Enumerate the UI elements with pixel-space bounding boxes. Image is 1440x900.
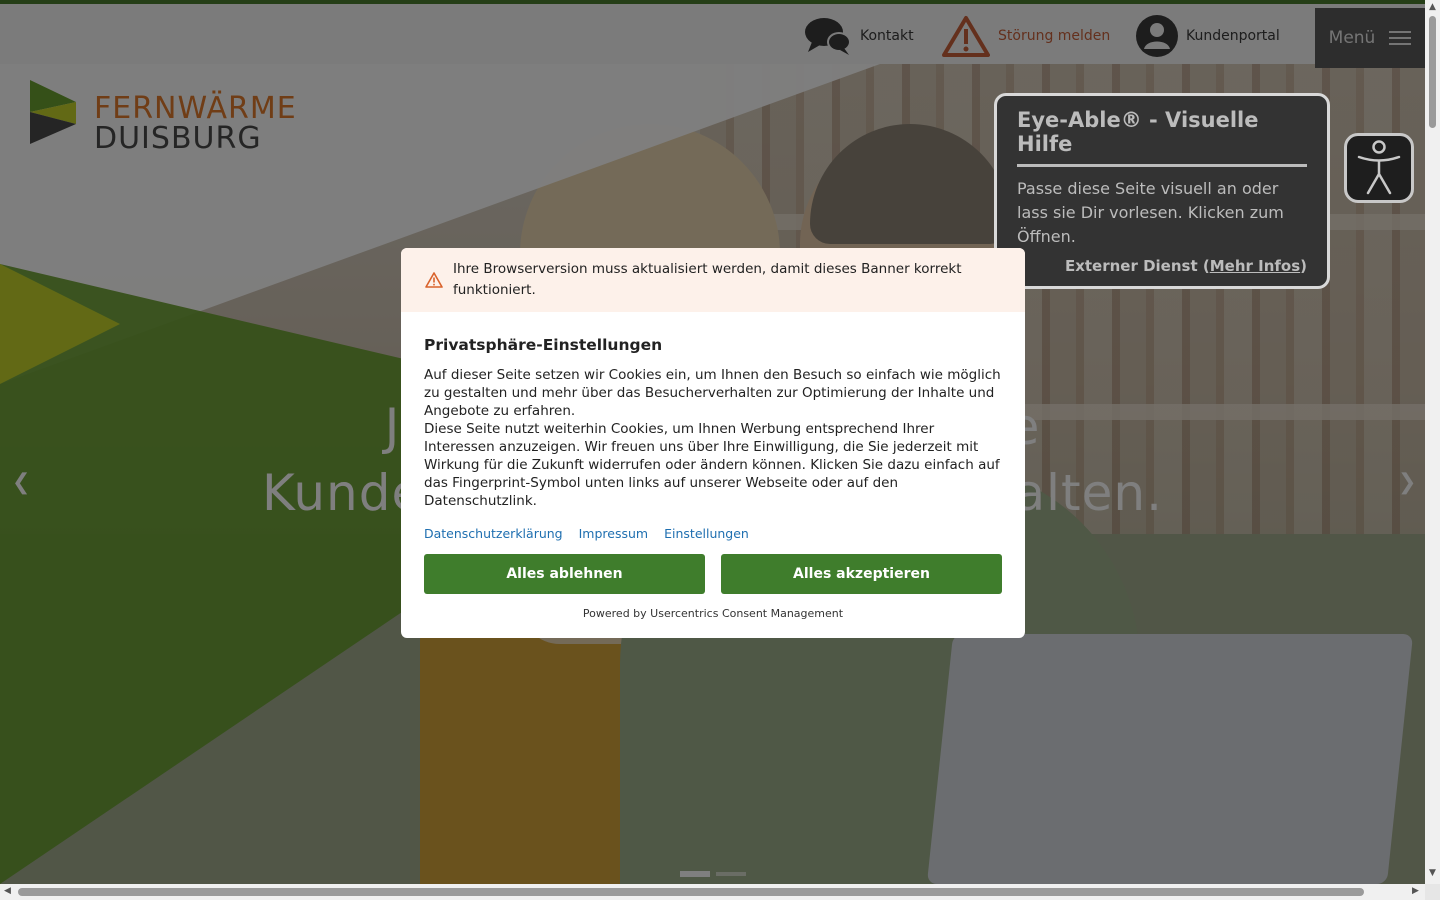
powered-by-text: Powered by Usercentrics Consent Manageme… bbox=[582, 607, 844, 620]
accept-all-button[interactable]: Alles akzeptieren bbox=[721, 554, 1002, 594]
consent-paragraph: Auf dieser Seite setzen wir Cookies ein,… bbox=[424, 367, 1001, 419]
scrollbar-corner bbox=[1425, 884, 1440, 900]
reject-all-button[interactable]: Alles ablehnen bbox=[424, 554, 705, 594]
eye-able-description: Passe diese Seite visuell an oder lass s… bbox=[1017, 179, 1284, 246]
vertical-scrollbar[interactable]: ▲ ▼ bbox=[1425, 0, 1440, 884]
eye-able-button[interactable] bbox=[1344, 133, 1414, 203]
settings-link[interactable]: Einstellungen bbox=[664, 526, 749, 541]
eye-able-external: Externer Dienst (Mehr Infos) bbox=[1017, 257, 1307, 275]
consent-links: Datenschutzerklärung Impressum Einstellu… bbox=[424, 526, 1002, 541]
warning-icon bbox=[425, 272, 443, 288]
scroll-down-icon[interactable]: ▼ bbox=[1429, 868, 1436, 878]
eye-able-title: Eye-Able® - Visuelle Hilfe bbox=[1017, 108, 1307, 167]
consent-modal: Ihre Browserversion muss aktualisiert we… bbox=[401, 248, 1025, 638]
horizontal-scrollbar[interactable]: ◀ ▶ bbox=[0, 884, 1425, 900]
scroll-right-icon[interactable]: ▶ bbox=[1412, 886, 1419, 896]
accessibility-person-icon bbox=[1357, 140, 1401, 195]
scroll-left-icon[interactable]: ◀ bbox=[4, 886, 11, 896]
consent-paragraph: Diese Seite nutzt weiterhin Cookies, um … bbox=[424, 421, 1000, 509]
privacy-policy-link[interactable]: Datenschutzerklärung bbox=[424, 526, 563, 541]
browser-warning: Ihre Browserversion muss aktualisiert we… bbox=[401, 248, 1025, 312]
eye-able-external-prefix: Externer Dienst ( bbox=[1064, 257, 1210, 275]
browser-warning-text: Ihre Browserversion muss aktualisiert we… bbox=[453, 261, 962, 298]
eye-able-tooltip: Eye-Able® - Visuelle Hilfe Passe diese S… bbox=[994, 93, 1330, 289]
imprint-link[interactable]: Impressum bbox=[579, 526, 648, 541]
scroll-up-icon[interactable]: ▲ bbox=[1429, 2, 1436, 12]
horizontal-scroll-thumb[interactable] bbox=[18, 888, 1364, 896]
vertical-scroll-thumb[interactable] bbox=[1429, 16, 1436, 128]
eye-able-more-info-link[interactable]: Mehr Infos bbox=[1210, 257, 1300, 275]
consent-title: Privatsphäre-Einstellungen bbox=[424, 336, 663, 354]
eye-able-external-suffix: ) bbox=[1300, 257, 1307, 275]
